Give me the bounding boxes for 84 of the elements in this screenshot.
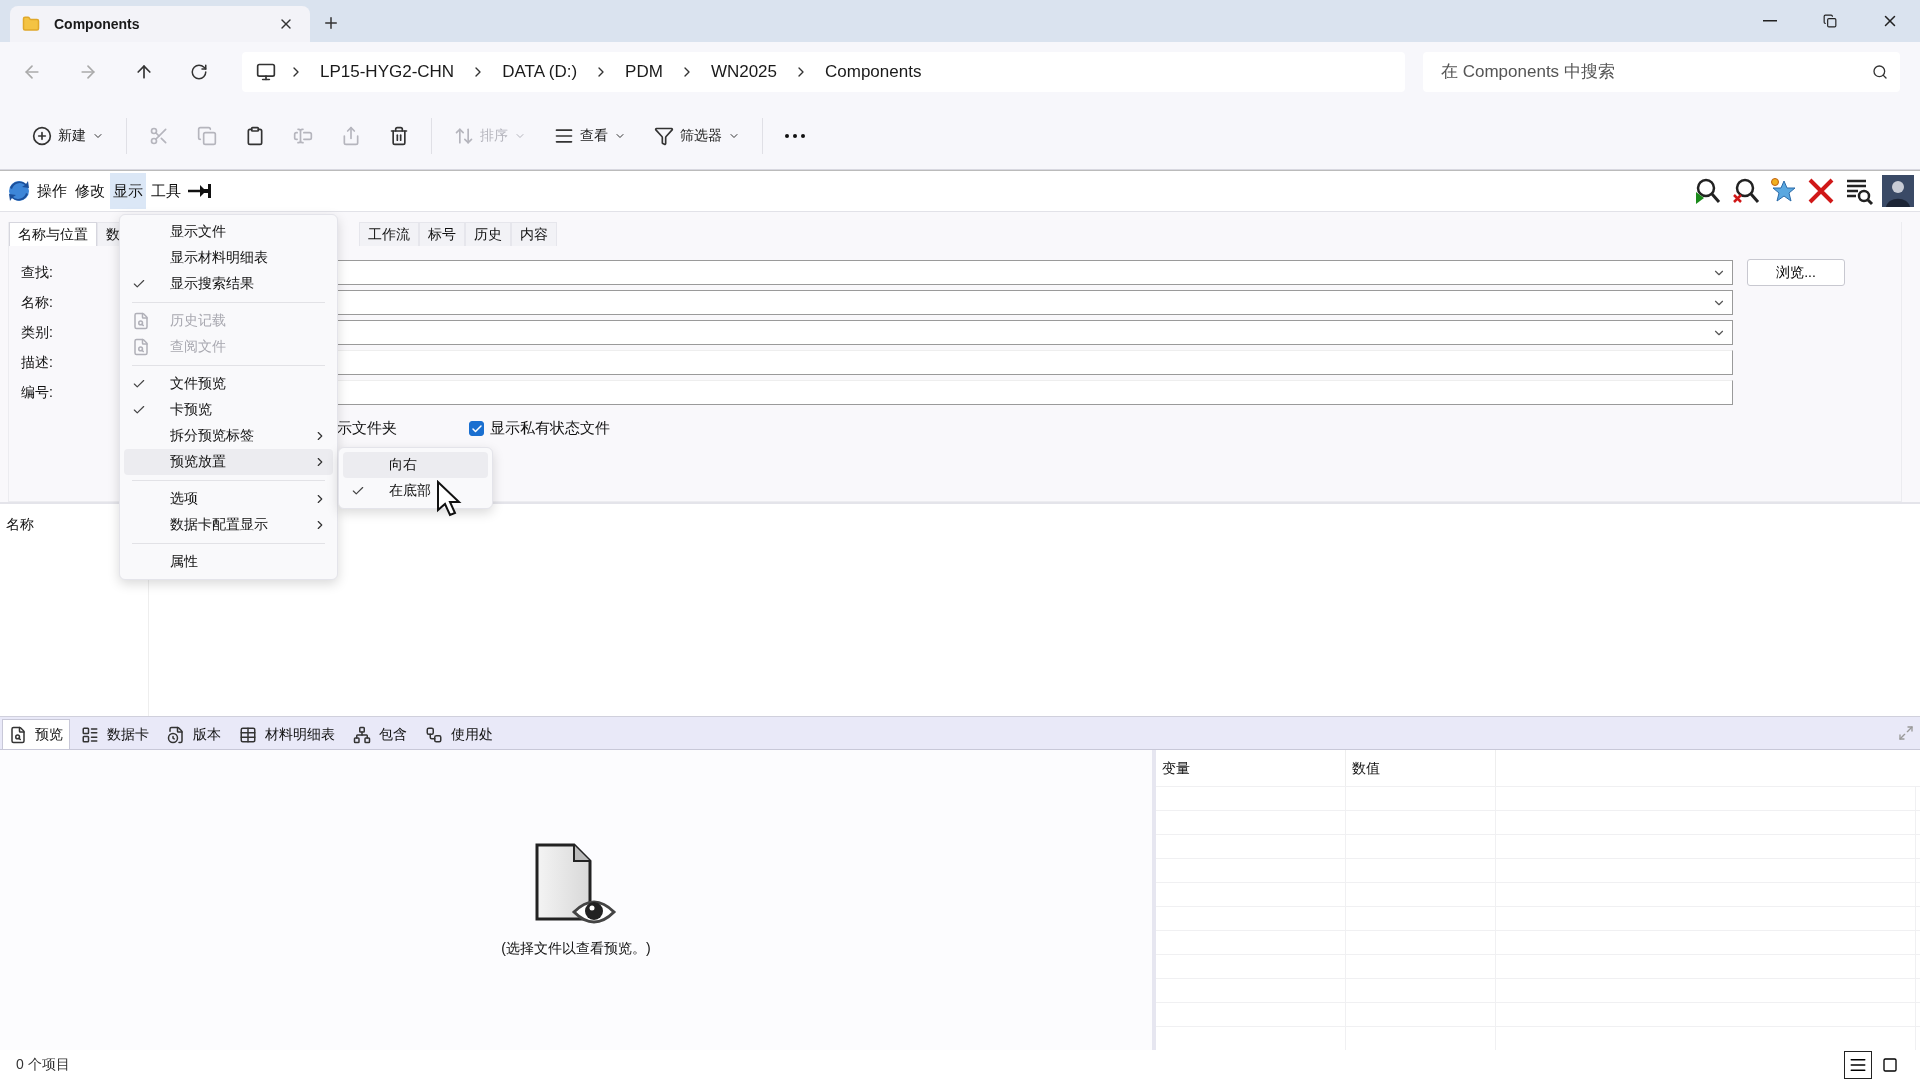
field-label: 名称: <box>21 293 54 312</box>
menu-item[interactable]: 卡预览 <box>124 397 333 423</box>
breadcrumb[interactable]: PDM <box>621 60 667 84</box>
checkbox-label: 显示私有状态文件 <box>490 419 610 438</box>
breadcrumb[interactable]: DATA (D:) <box>498 60 582 84</box>
computer-icon <box>256 62 276 82</box>
item-count: 0 个项目 <box>16 1056 70 1074</box>
tab[interactable]: 历史 <box>465 222 511 246</box>
breadcrumb[interactable]: WN2025 <box>706 60 781 84</box>
paste-icon <box>245 125 265 146</box>
minimize-icon <box>1763 20 1777 22</box>
plus-icon <box>322 14 340 32</box>
field-label: 查找: <box>21 263 54 282</box>
tab[interactable]: 标号 <box>419 222 465 246</box>
menu-item[interactable]: 选项 <box>124 486 333 512</box>
checkbox[interactable] <box>469 421 484 436</box>
tab[interactable]: 工作流 <box>359 222 419 246</box>
menu-item[interactable]: 在底部 <box>343 478 488 504</box>
menu-item[interactable]: 修改 <box>72 173 108 209</box>
tab[interactable]: 名称与位置 <box>9 222 97 246</box>
menu-item[interactable]: 显示 <box>110 173 146 209</box>
check-icon <box>132 403 146 417</box>
preview-message: (选择文件以查看预览。) <box>501 940 651 958</box>
check-icon <box>132 377 146 391</box>
menu-item[interactable]: 拆分预览标签 <box>124 423 333 449</box>
menu-item[interactable]: 工具 <box>148 173 184 209</box>
toolbar-button[interactable]: 新建 <box>20 115 116 156</box>
tab[interactable]: 数据卡 <box>74 719 156 749</box>
tab[interactable]: 预览 <box>2 719 70 749</box>
search-icon <box>1872 64 1888 80</box>
breadcrumb[interactable]: Components <box>821 60 926 84</box>
column-header[interactable]: 数值 <box>1346 750 1496 786</box>
tab[interactable]: 包含 <box>346 719 414 749</box>
browse-button[interactable]: 浏览... <box>1747 259 1845 286</box>
tab-title: Components <box>54 16 141 32</box>
restore-icon <box>1823 14 1837 28</box>
share-icon <box>341 125 361 146</box>
new-icon <box>32 125 52 146</box>
toolbar-button[interactable]: 查看 <box>542 115 638 156</box>
card-icon <box>81 725 99 744</box>
tab[interactable]: 内容 <box>511 222 557 246</box>
breadcrumb[interactable]: LP15-HYG2-CHN <box>316 60 459 84</box>
menu-item[interactable]: 显示搜索结果 <box>124 271 333 297</box>
tab[interactable]: 材料明细表 <box>232 719 342 749</box>
folder-icon <box>22 15 40 33</box>
menu-item[interactable]: 属性 <box>124 549 333 575</box>
tab[interactable]: 使用处 <box>418 719 500 749</box>
pin-icon[interactable] <box>186 181 212 201</box>
toolbar-button[interactable]: 筛选器 <box>642 115 752 156</box>
search-input[interactable]: 在 Components 中搜索 <box>1439 61 1872 83</box>
delete-icon[interactable] <box>1806 176 1836 206</box>
refresh-icon <box>190 63 208 81</box>
window-tab[interactable]: Components <box>10 6 310 42</box>
field-label: 类别: <box>21 323 54 342</box>
sync-globe-icon <box>6 178 32 204</box>
tab[interactable]: 版本 <box>160 719 228 749</box>
square-icon <box>1882 1057 1898 1073</box>
field-label: 描述: <box>21 353 54 372</box>
list-icon <box>1849 1056 1867 1074</box>
menu-item[interactable]: 向右 <box>343 452 488 478</box>
column-header[interactable]: 变量 <box>1156 750 1346 786</box>
filter-icon <box>654 125 674 146</box>
avatar[interactable] <box>1882 175 1914 207</box>
menu-item[interactable]: 文件预览 <box>124 371 333 397</box>
details-view-button[interactable] <box>1844 1051 1872 1079</box>
menu-item[interactable]: 预览放置 <box>124 449 333 475</box>
address-bar[interactable]: LP15-HYG2-CHN DATA (D:) PDM WN2025 Components <box>242 52 1405 92</box>
delete-icon <box>389 125 409 146</box>
check-icon <box>132 277 146 291</box>
hierarchy-icon <box>353 725 371 744</box>
document-icon <box>132 338 150 356</box>
checkbox-label: 示文件夹 <box>337 419 397 438</box>
search-clear-icon[interactable] <box>1730 176 1760 206</box>
search-field[interactable]: 在 Components 中搜索 <box>1423 52 1900 92</box>
cut-icon <box>149 125 169 146</box>
menu-item[interactable]: 操作 <box>34 173 70 209</box>
document-clock-icon <box>167 725 185 744</box>
more-icon <box>785 133 805 138</box>
copy-icon <box>197 125 217 146</box>
check-icon <box>351 484 365 498</box>
field-label: 编号: <box>21 383 54 402</box>
menu-item[interactable]: 显示材料明细表 <box>124 245 333 271</box>
document-icon <box>132 312 150 330</box>
table-icon <box>239 725 257 744</box>
